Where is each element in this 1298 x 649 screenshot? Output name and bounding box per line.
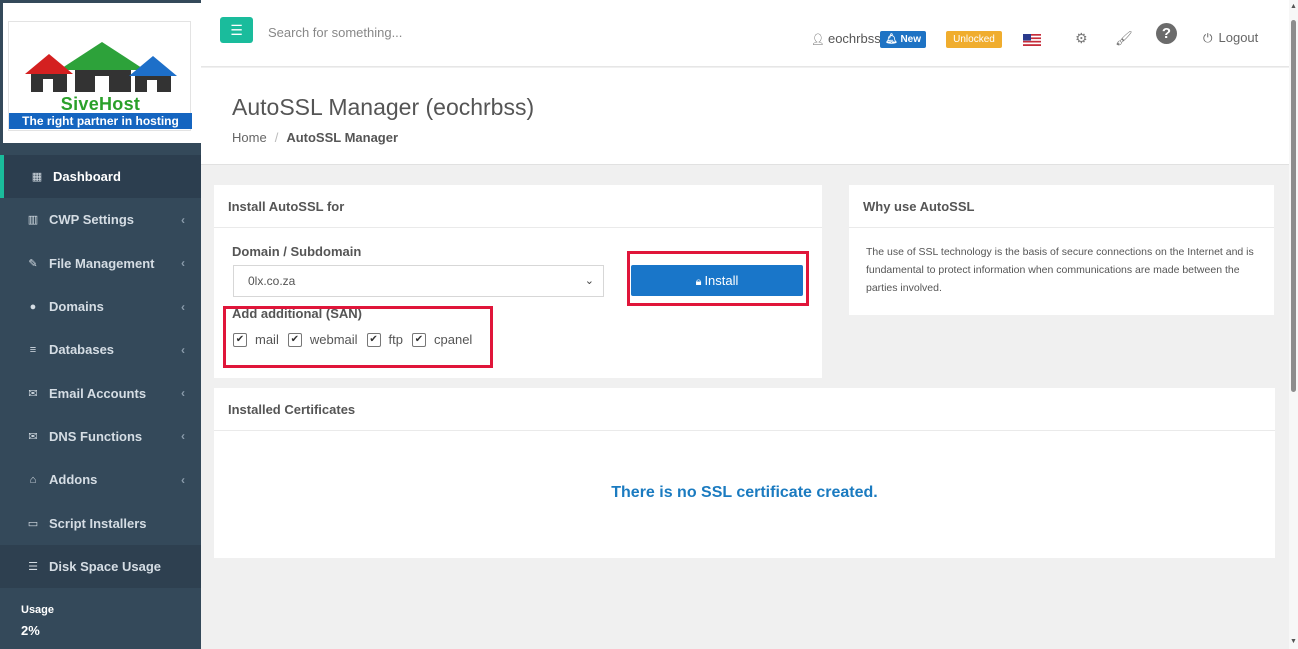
help-icon[interactable]: ? [1156, 23, 1177, 44]
sidebar-item-file-management[interactable]: ✎ File Management ‹ [0, 242, 201, 285]
sidebar-item-label: Disk Space Usage [49, 558, 162, 574]
dashboard-icon: ▦ [31, 171, 43, 184]
install-highlight-box [627, 251, 809, 306]
menu-toggle-button[interactable]: ☰ [220, 17, 253, 43]
scroll-thumb[interactable] [1291, 20, 1296, 392]
logo[interactable]: SiveHost The right partner in hosting [8, 21, 192, 131]
search-input[interactable] [261, 20, 561, 44]
sidebar-item-addons[interactable]: ⌂ Addons ‹ [0, 458, 201, 501]
logout-link[interactable]: ⏻ Logout [1203, 30, 1258, 46]
scroll-up-icon[interactable]: ▲ [1290, 3, 1297, 10]
brush-icon[interactable]: 🖌︎ [1115, 30, 1133, 47]
breadcrumb-separator: / [274, 130, 279, 145]
sidebar-item-domains[interactable]: ● Domains ‹ [0, 285, 201, 328]
page-header: AutoSSL Manager (eochrbss) Home / AutoSSL … [201, 68, 1289, 165]
installed-certificates-panel: Installed Certificates There is no SSL c… [214, 388, 1275, 558]
sidebar-item-label: Addons [49, 472, 98, 488]
sidebar-item-label: Script Installers [49, 515, 147, 531]
sidebar-item-label: Domains [49, 299, 104, 315]
new-badge-label: New [900, 34, 922, 45]
sidebar-item-email-accounts[interactable]: ✉ Email Accounts ‹ [0, 371, 201, 414]
globe-icon: ● [29, 300, 37, 313]
database-icon: ≡ [29, 343, 37, 356]
cogs-icon[interactable]: ⚙ [1075, 30, 1088, 47]
logout-label: Logout [1218, 30, 1259, 45]
chevron-left-icon: ‹ [181, 472, 185, 487]
sidebar: SiveHost The right partner in hosting ▦ D… [0, 0, 201, 649]
usage-value: 2% [21, 623, 40, 638]
domain-select[interactable]: 0lx.co.za ⌄ [233, 265, 604, 297]
chevron-left-icon: ‹ [181, 386, 185, 401]
edit-icon: ✎ [28, 257, 38, 270]
chevron-down-icon: ⌄ [584, 275, 594, 287]
domain-label: Domain / Subdomain [232, 244, 362, 259]
why-autossl-panel: Why use AutoSSL The use of SSL technolog… [849, 185, 1274, 315]
scroll-down-icon[interactable]: ▼ [1290, 638, 1297, 645]
sidebar-item-label: Dashboard [53, 169, 121, 185]
sidebar-item-dns-functions[interactable]: ✉ DNS Functions ‹ [0, 415, 201, 458]
chevron-left-icon: ‹ [181, 212, 185, 227]
sidebar-item-databases[interactable]: ≡ Databases ‹ [0, 328, 201, 371]
sidebar-item-label: Email Accounts [49, 385, 147, 401]
sidebar-item-label: CWP Settings [49, 212, 134, 228]
unlocked-badge[interactable]: Unlocked [946, 31, 1002, 48]
envelope-icon: ✉ [28, 387, 38, 400]
why-panel-header: Why use AutoSSL [849, 185, 1274, 228]
chevron-left-icon: ‹ [181, 342, 185, 357]
desktop-icon: ▭ [27, 517, 39, 530]
logo-tagline: The right partner in hosting [9, 113, 192, 129]
chevron-left-icon: ‹ [181, 429, 185, 444]
logo-area: SiveHost The right partner in hosting [3, 3, 201, 143]
user-menu[interactable]: 👤︎ eochrbss [811, 31, 881, 46]
server-icon: ☰ [28, 560, 38, 573]
domain-selected-value: 0lx.co.za [248, 274, 296, 288]
usage-widget: Usage 2% [21, 604, 54, 638]
why-panel-text: The use of SSL technology is the basis o… [866, 246, 1254, 294]
empty-certificates-message: There is no SSL certificate created. [611, 484, 878, 501]
certs-panel-header: Installed Certificates [214, 388, 1275, 431]
scrollbar[interactable]: ▲ ▼ [1289, 0, 1298, 649]
sidebar-item-disk-space-usage[interactable]: ☰ Disk Space Usage [0, 544, 201, 588]
bar-chart-icon: ▥ [27, 214, 39, 227]
breadcrumb-current: AutoSSL Manager [286, 130, 399, 145]
user-icon: 👤︎ [811, 34, 825, 46]
breadcrumb: Home / AutoSSL Manager [232, 130, 398, 145]
sidebar-item-cwp-settings[interactable]: ▥ CWP Settings ‹ [0, 198, 201, 241]
username: eochrbss [827, 31, 881, 46]
envelope-icon: ✉ [28, 430, 38, 443]
power-icon: ⏻ [1203, 31, 1213, 45]
page-title: AutoSSL Manager (eochrbss) [232, 94, 535, 120]
sidebar-item-label: DNS Functions [49, 428, 143, 444]
san-highlight-box [223, 306, 493, 368]
sidebar-item-label: File Management [49, 255, 155, 271]
top-bar: ☰ 👤︎eochrbss 🔔︎ New Unlocked ⚙ 🖌︎ ? ⏻ Log… [201, 0, 1289, 67]
chevron-left-icon: ‹ [181, 299, 185, 314]
sidebar-nav: ▦ Dashboard ▥ CWP Settings ‹ ✎ File Management… [0, 155, 201, 588]
sidebar-item-dashboard[interactable]: ▦ Dashboard [0, 155, 201, 199]
logo-name: SiveHost [60, 94, 141, 114]
chevron-left-icon: ‹ [181, 256, 185, 271]
sidebar-item-label: Databases [49, 342, 115, 358]
install-panel-header: Install AutoSSL for [214, 185, 822, 228]
breadcrumb-home[interactable]: Home [232, 130, 267, 145]
new-badge[interactable]: 🔔︎ New [880, 31, 926, 48]
bank-icon: ⌂ [29, 473, 37, 486]
usage-label: Usage [21, 604, 55, 616]
us-flag-icon[interactable] [1023, 34, 1041, 46]
sidebar-item-script-installers[interactable]: ▭ Script Installers [0, 501, 201, 544]
